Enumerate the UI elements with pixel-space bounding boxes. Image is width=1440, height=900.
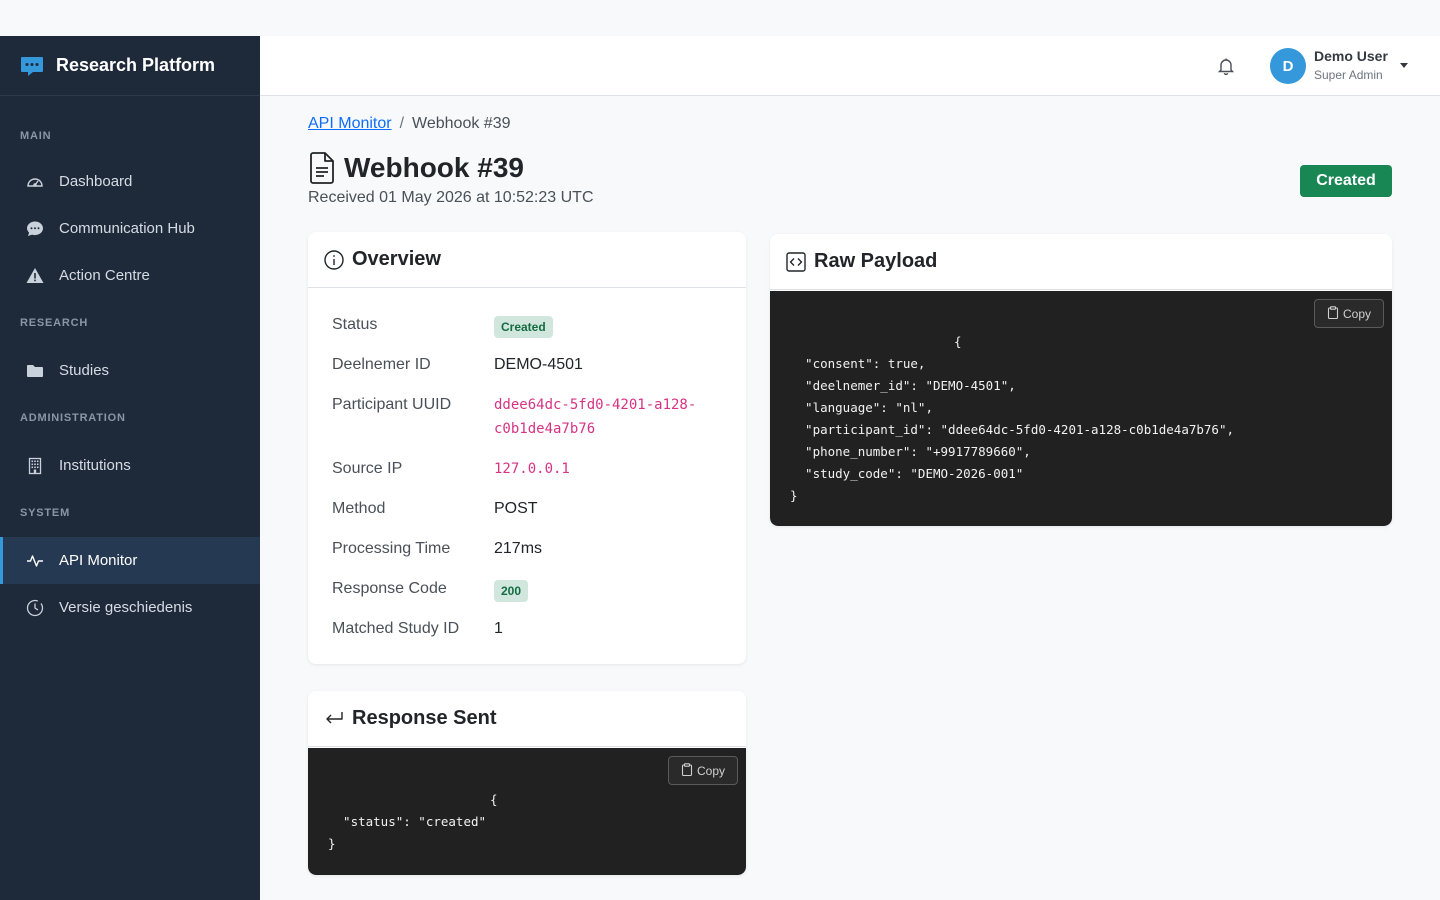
file-text-icon <box>308 152 336 184</box>
field-label: Deelnemer ID <box>332 356 431 373</box>
section-label-administration: ADMINISTRATION <box>20 412 126 424</box>
folder-icon <box>26 362 44 380</box>
copy-label: Copy <box>1342 306 1371 321</box>
field-label: Processing Time <box>332 540 451 557</box>
sidebar-item-studies[interactable]: Studies <box>0 347 260 394</box>
raw-payload-code-block[interactable]: Copy { "consent": true, "deelnemer_id": … <box>770 291 1392 526</box>
sidebar-item-institutions[interactable]: Institutions <box>0 442 260 489</box>
payload-line: "study_code": "DEMO-2026-001" <box>790 466 1024 481</box>
overview-title: Overview <box>352 248 441 270</box>
speedometer-icon <box>26 173 44 191</box>
sidebar-item-label: Dashboard <box>59 173 133 190</box>
received-timestamp: Received 01 May 2026 at 10:52:23 UTC <box>308 189 594 206</box>
sidebar-item-label: API Monitor <box>59 552 138 569</box>
participant-uuid-value: ddee64dc-5fd0-4201-a128- c0b1de4a7b76 <box>494 393 696 441</box>
overview-card: Overview Status Created Deelnemer ID DEM… <box>308 232 746 664</box>
sidebar-item-version-history[interactable]: Versie geschiedenis <box>0 584 260 631</box>
chat-icon <box>26 220 44 238</box>
field-label: Response Code <box>332 580 447 597</box>
page-header: Webhook #39 <box>308 152 524 184</box>
sidebar-item-label: Communication Hub <box>59 220 195 237</box>
payload-line: "deelnemer_id": "DEMO-4501", <box>790 378 1016 393</box>
uuid-line-2: c0b1de4a7b76 <box>494 421 596 437</box>
field-value: DEMO-4501 <box>494 356 583 373</box>
raw-payload-card-header: Raw Payload <box>770 234 1392 290</box>
uuid-line-1: ddee64dc-5fd0-4201-a128- <box>494 397 697 413</box>
sidebar-item-action-centre[interactable]: Action Centre <box>0 252 260 299</box>
breadcrumb-separator: / <box>399 115 405 132</box>
sidebar-item-label: Institutions <box>59 457 131 474</box>
field-label: Status <box>332 316 378 333</box>
breadcrumb-current: Webhook #39 <box>412 115 511 132</box>
status-pill: Created <box>494 316 553 338</box>
sidebar-item-api-monitor[interactable]: API Monitor <box>0 537 260 584</box>
field-value: 217ms <box>494 540 543 557</box>
response-code-block[interactable]: Copy { "status": "created" } <box>308 748 746 875</box>
field-label: Method <box>332 500 386 517</box>
sidebar-item-label: Studies <box>59 362 110 379</box>
response-line: } <box>328 836 336 851</box>
status-badge: Created <box>1300 165 1392 197</box>
overview-card-header: Overview <box>308 232 746 288</box>
section-label-research: RESEARCH <box>20 317 89 329</box>
clipboard-icon <box>1327 305 1339 322</box>
chat-dots-icon <box>20 54 44 78</box>
response-line: "status": "created" <box>328 814 487 829</box>
activity-icon <box>26 552 44 570</box>
breadcrumb-link-api-monitor[interactable]: API Monitor <box>308 115 392 132</box>
section-label-main: MAIN <box>20 130 52 142</box>
sidebar-item-label: Action Centre <box>59 267 150 284</box>
copy-label: Copy <box>696 763 725 778</box>
clock-history-icon <box>26 599 44 617</box>
sidebar-item-label: Versie geschiedenis <box>59 599 193 616</box>
chevron-down-icon[interactable] <box>1400 63 1408 68</box>
response-sent-card-header: Response Sent <box>308 691 746 747</box>
info-circle-icon <box>324 249 344 270</box>
field-label: Source IP <box>332 460 403 477</box>
sidebar: Research Platform MAIN Dashboard Communi… <box>0 36 260 900</box>
response-sent-title: Response Sent <box>352 707 497 729</box>
payload-line: "consent": true, <box>790 356 926 371</box>
payload-line: { <box>954 334 962 349</box>
payload-line: } <box>790 488 798 503</box>
response-line: { <box>490 792 498 807</box>
copy-response-button[interactable]: Copy <box>667 756 738 785</box>
page-title: Webhook #39 <box>344 152 524 183</box>
clipboard-icon <box>681 762 693 779</box>
brand[interactable]: Research Platform <box>0 36 260 96</box>
response-code-pill: 200 <box>494 580 529 602</box>
app-title: Research Platform <box>56 55 216 75</box>
user-role: Super Admin <box>1314 68 1383 82</box>
field-label: Participant UUID <box>332 396 452 413</box>
top-strip <box>0 0 1440 36</box>
raw-payload-title: Raw Payload <box>814 250 938 272</box>
return-arrow-icon <box>324 709 344 729</box>
code-square-icon <box>786 251 806 272</box>
payload-line: "phone_number": "+9917789660", <box>790 444 1031 459</box>
field-value: POST <box>494 500 538 517</box>
payload-line: "language": "nl", <box>790 400 933 415</box>
copy-payload-button[interactable]: Copy <box>1313 299 1384 328</box>
bell-icon[interactable] <box>1216 56 1236 76</box>
field-value: 1 <box>494 620 503 637</box>
source-ip-value: 127.0.0.1 <box>494 461 570 477</box>
status-badge-small: Created <box>494 316 553 338</box>
field-label: Matched Study ID <box>332 620 460 637</box>
sidebar-item-communication-hub[interactable]: Communication Hub <box>0 205 260 252</box>
building-icon <box>26 457 44 475</box>
breadcrumb: API Monitor / Webhook #39 <box>308 115 511 133</box>
payload-line: "participant_id": "ddee64dc-5fd0-4201-a1… <box>790 422 1235 437</box>
response-code-badge: 200 <box>494 580 529 602</box>
avatar[interactable]: D <box>1270 48 1306 84</box>
sidebar-item-dashboard[interactable]: Dashboard <box>0 158 260 205</box>
top-header: D Demo User Super Admin <box>260 36 1440 96</box>
warning-icon <box>26 267 44 285</box>
raw-payload-card: Raw Payload Copy { "consent": true, "dee… <box>770 234 1392 526</box>
user-name[interactable]: Demo User <box>1314 48 1388 64</box>
response-sent-card: Response Sent Copy { "status": "created"… <box>308 691 746 875</box>
section-label-system: SYSTEM <box>20 507 71 519</box>
